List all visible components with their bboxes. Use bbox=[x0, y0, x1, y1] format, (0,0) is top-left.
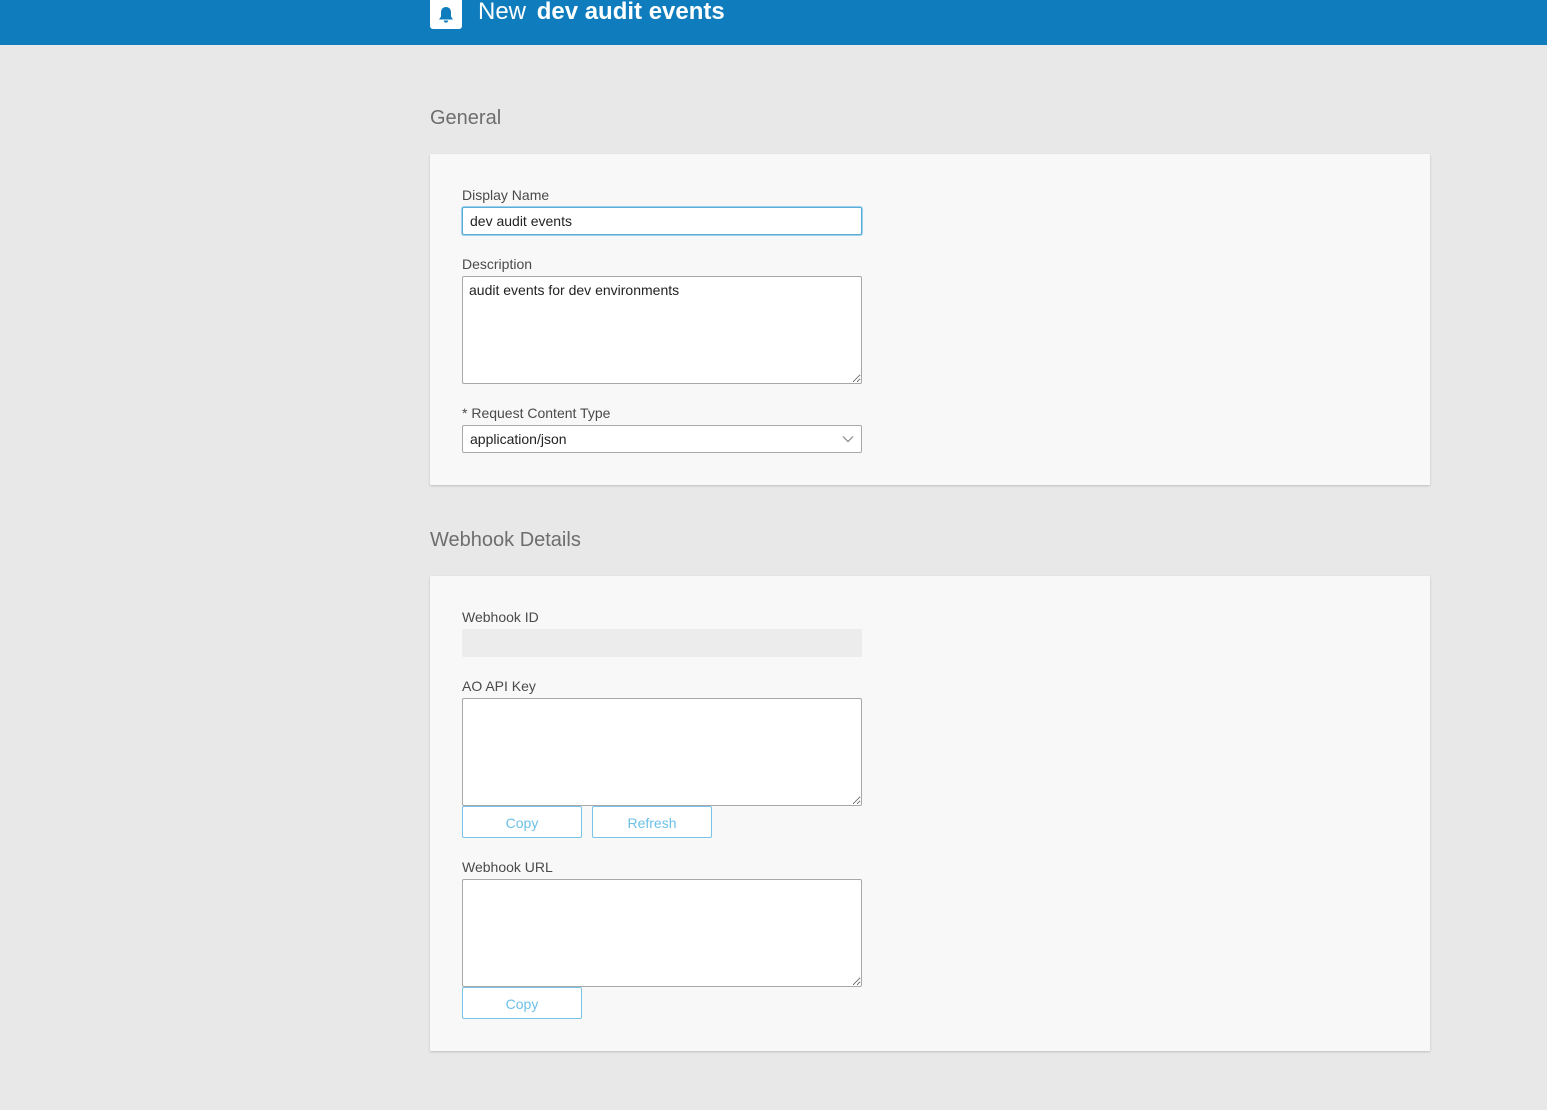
content-type-selected-value: application/json bbox=[470, 431, 567, 447]
content-type-select[interactable]: application/json bbox=[462, 425, 862, 453]
webhook-url-label: Webhook URL bbox=[462, 859, 553, 875]
content-type-label: * Request Content Type bbox=[462, 405, 611, 421]
bell-icon-container bbox=[430, 0, 462, 29]
display-name-label: Display Name bbox=[462, 187, 550, 203]
webhook-id-label: Webhook ID bbox=[462, 609, 539, 625]
api-key-textarea[interactable] bbox=[462, 698, 862, 806]
page-title-prefix: New bbox=[478, 0, 527, 25]
chevron-down-icon bbox=[842, 436, 854, 443]
api-key-copy-button[interactable]: Copy bbox=[462, 806, 582, 838]
api-key-refresh-button[interactable]: Refresh bbox=[592, 806, 712, 838]
api-key-label: AO API Key bbox=[462, 678, 536, 694]
bell-icon bbox=[439, 6, 453, 23]
webhook-details-card: Webhook ID AO API Key Copy Refresh Webho… bbox=[430, 576, 1430, 1051]
page-title-name: dev audit events bbox=[536, 0, 725, 25]
webhook-url-copy-button[interactable]: Copy bbox=[462, 987, 582, 1019]
general-card: Display Name Description audit events fo… bbox=[430, 154, 1430, 485]
webhook-id-field bbox=[462, 629, 862, 657]
general-section-title: General bbox=[430, 107, 502, 129]
webhook-section-title: Webhook Details bbox=[430, 529, 581, 551]
description-label: Description bbox=[462, 256, 533, 272]
top-header-bar: New dev audit events bbox=[0, 0, 1547, 45]
page-title: New dev audit events bbox=[478, 0, 725, 27]
display-name-input[interactable] bbox=[462, 207, 862, 235]
description-textarea[interactable]: audit events for dev environments bbox=[462, 276, 862, 384]
webhook-url-textarea[interactable] bbox=[462, 879, 862, 987]
